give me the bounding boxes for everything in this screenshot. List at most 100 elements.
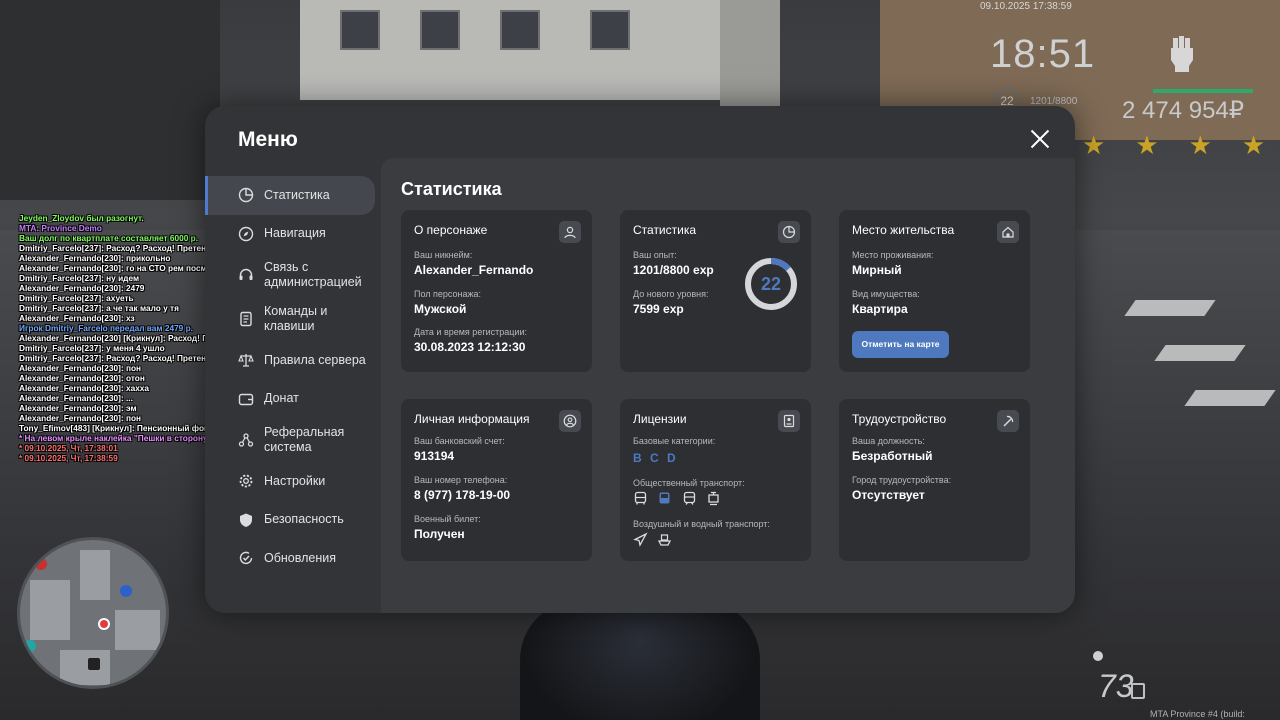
- license-category: D: [667, 451, 676, 465]
- nick-label: Ваш никнейм:: [414, 250, 473, 260]
- network-icon: [238, 433, 254, 447]
- document-icon: [240, 311, 252, 327]
- building: [0, 0, 220, 200]
- home-icon-button[interactable]: [997, 221, 1019, 243]
- place-label: Место проживания:: [852, 250, 934, 260]
- nav-item-statistics[interactable]: Статистика: [205, 176, 375, 215]
- hud-datetime: 09.10.2025 17:38:59: [980, 1, 1072, 12]
- nav-label: Безопасность: [264, 512, 344, 527]
- health-bar: [1153, 89, 1253, 93]
- nav-item-security[interactable]: Безопасность: [205, 501, 381, 540]
- fist-icon: [1171, 36, 1193, 72]
- job-city-label: Город трудоустройства:: [852, 475, 952, 485]
- next-level-value: 7599 exp: [633, 302, 684, 316]
- gear-icon: [239, 474, 253, 488]
- north-blip: [24, 640, 36, 652]
- nav-label: Правила сервера: [264, 352, 366, 367]
- id-card-icon: [783, 414, 795, 428]
- fuel-value: 73: [1098, 668, 1134, 704]
- nav-item-navigation[interactable]: Навигация: [205, 215, 381, 254]
- military-value: Получен: [414, 527, 465, 541]
- card-character: О персонаже Ваш никнейм: Alexander_Ferna…: [401, 210, 592, 372]
- phone-label: Ваш номер телефона:: [414, 475, 508, 485]
- next-level-label: До нового уровня:: [633, 289, 709, 299]
- nav-label: Обновления: [264, 550, 336, 565]
- nav-label: Настройки: [264, 473, 326, 488]
- nav-item-settings[interactable]: Настройки: [205, 462, 381, 501]
- nav-label: Донат: [264, 391, 299, 406]
- card-personal: Личная информация Ваш банковский счет: 9…: [401, 399, 592, 561]
- trolleybus-icon: [659, 492, 670, 504]
- pie-chart-icon: [782, 225, 796, 239]
- card-licenses: Лицензии Базовые категории: B C D Общест…: [620, 399, 811, 561]
- wanted-stars: ★★★★: [1082, 130, 1280, 160]
- reg-value: 30.08.2023 12:12:30: [414, 340, 526, 354]
- hud-clock: 18:51: [990, 32, 1096, 76]
- compass-icon: [238, 226, 254, 241]
- nav-item-commands[interactable]: Команды и клавиши: [205, 297, 381, 341]
- menu-window: Меню Статистика Навигация Связь с админи…: [205, 106, 1075, 613]
- player-blip: [98, 618, 110, 630]
- pie-chart-icon-button[interactable]: [778, 221, 800, 243]
- nav-label: Связь с администрацией: [264, 260, 362, 289]
- card-job: Трудоустройство Ваша должность: Безработ…: [839, 399, 1030, 561]
- nav-item-admin-contact[interactable]: Связь с администрацией: [205, 253, 381, 297]
- user-circle-icon-button[interactable]: [559, 410, 581, 432]
- phone-value: 8 (977) 178-19-00: [414, 488, 511, 502]
- nav-item-updates[interactable]: Обновления: [205, 539, 381, 578]
- gender-value: Мужской: [414, 302, 467, 316]
- card-title: Лицензии: [633, 412, 687, 426]
- nav-label: Навигация: [264, 226, 326, 241]
- wallet-icon: [238, 393, 254, 405]
- train-icon: [683, 491, 696, 505]
- air-water-transport-label: Воздушный и водный транспорт:: [633, 519, 770, 529]
- minimap: [17, 537, 169, 689]
- card-title: Статистика: [633, 223, 697, 237]
- pickaxe-icon-button[interactable]: [997, 410, 1019, 432]
- user-icon-button[interactable]: [559, 221, 581, 243]
- player-car: [520, 600, 760, 720]
- shield-icon: [240, 513, 252, 527]
- nav-label: Статистика: [264, 187, 330, 202]
- user-icon: [564, 226, 576, 239]
- reg-label: Дата и время регистрации:: [414, 327, 527, 337]
- home-icon: [1002, 226, 1014, 238]
- pie-chart-icon: [238, 188, 254, 203]
- close-icon[interactable]: [1029, 128, 1051, 150]
- position-value: Безработный: [852, 449, 933, 463]
- nav-item-referral[interactable]: Реферальная система: [205, 418, 381, 462]
- job-city-value: Отсутствует: [852, 488, 925, 502]
- card-title: Место жительства: [852, 223, 955, 237]
- base-categories-label: Базовые категории:: [633, 436, 716, 446]
- id-card-icon-button[interactable]: [778, 410, 800, 432]
- plane-icon: [633, 532, 648, 547]
- nav-item-donate[interactable]: Донат: [205, 380, 381, 419]
- property-value: Квартира: [852, 302, 908, 316]
- speed-indicator-dot: [1093, 651, 1103, 661]
- nav-item-rules[interactable]: Правила сервера: [205, 341, 381, 380]
- menu-nav: Статистика Навигация Связь с администрац…: [205, 176, 381, 578]
- content-title: Статистика: [401, 179, 502, 199]
- building: [300, 0, 720, 100]
- bank-label: Ваш банковский счет:: [414, 436, 505, 446]
- hud-money: 2 474 954₽: [1122, 97, 1245, 124]
- public-transport-label: Общественный транспорт:: [633, 478, 745, 488]
- menu-title: Меню: [238, 128, 298, 151]
- pickaxe-icon: [1003, 415, 1014, 427]
- content-panel: Статистика О персонаже Ваш никнейм: Alex…: [381, 158, 1075, 613]
- exp-value: 1201/8800 exp: [633, 263, 714, 277]
- bus-icon: [634, 491, 647, 505]
- nick-value: Alexander_Fernando: [414, 263, 534, 277]
- card-title: Трудоустройство: [852, 412, 947, 426]
- property-label: Вид имущества:: [852, 289, 920, 299]
- nav-label: Команды и клавиши: [264, 304, 328, 333]
- boat-icon: [657, 534, 672, 546]
- place-value: Мирный: [852, 263, 902, 277]
- military-label: Военный билет:: [414, 514, 481, 524]
- license-category: B: [633, 451, 642, 465]
- level-value: 22: [760, 274, 782, 294]
- card-title: О персонаже: [414, 223, 488, 237]
- mark-on-map-button[interactable]: Отметить на карте: [852, 331, 949, 358]
- headset-icon: [239, 268, 253, 280]
- marker-blip: [35, 558, 47, 570]
